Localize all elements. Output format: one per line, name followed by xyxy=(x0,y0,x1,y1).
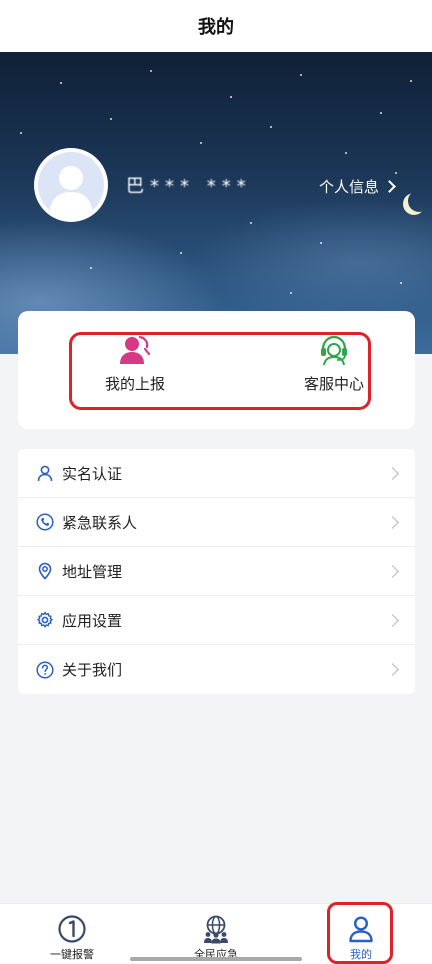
tab-one-key-alarm[interactable]: 一键报警 xyxy=(27,914,117,962)
chevron-right-icon xyxy=(386,663,399,676)
personal-info-label: 个人信息 xyxy=(318,178,379,196)
person-report-icon xyxy=(120,335,151,364)
menu-item-app-settings[interactable]: 应用设置 xyxy=(18,596,415,645)
nav-label: 一键报警 xyxy=(50,948,94,961)
nav-label: 我的 xyxy=(350,948,372,961)
tab-mine[interactable]: 我的 xyxy=(316,914,406,962)
phone-icon xyxy=(36,513,54,531)
menu-item-label: 实名认证 xyxy=(62,464,123,483)
menu-item-label: 地址管理 xyxy=(62,562,123,581)
chevron-right-icon xyxy=(386,515,399,529)
headset-service-icon xyxy=(321,335,347,366)
question-icon xyxy=(36,660,54,679)
my-reports-label: 我的上报 xyxy=(104,375,165,393)
alarm-icon xyxy=(58,915,86,943)
personal-info-link[interactable]: 个人信息 xyxy=(318,176,396,197)
person-icon xyxy=(349,916,373,943)
moon-icon xyxy=(408,190,430,212)
top-bar: 我的 xyxy=(0,0,432,52)
profile-header-background: 巴*** *** 个人信息 xyxy=(0,52,432,354)
page-title: 我的 xyxy=(198,17,234,38)
menu-item-emergency-contact[interactable]: 紧急联系人 xyxy=(18,498,415,547)
menu-item-label: 应用设置 xyxy=(62,611,123,630)
community-globe-icon xyxy=(204,915,228,944)
chevron-right-icon xyxy=(386,466,399,480)
menu-item-real-name-verification[interactable]: 实名认证 xyxy=(18,449,415,498)
menu-item-label: 关于我们 xyxy=(62,661,123,679)
menu-item-label: 紧急联系人 xyxy=(62,513,138,532)
settings-menu: 实名认证 紧急联系人 地址管理 应用设置 关于我们 xyxy=(18,449,415,694)
avatar[interactable] xyxy=(34,148,108,222)
customer-service-button[interactable]: 客服中心 xyxy=(274,333,394,394)
customer-service-label: 客服中心 xyxy=(303,375,364,393)
person-icon xyxy=(37,465,53,482)
location-pin-icon xyxy=(38,562,52,580)
chevron-right-icon xyxy=(383,180,396,193)
quick-actions-card: 我的上报 客服中心 xyxy=(18,311,415,429)
menu-item-address-management[interactable]: 地址管理 xyxy=(18,547,415,596)
default-avatar-icon xyxy=(49,166,93,218)
gear-icon xyxy=(37,611,53,628)
my-reports-button[interactable]: 我的上报 xyxy=(75,333,195,394)
tab-public-emergency[interactable]: 全民应急 xyxy=(171,914,261,962)
username: 巴*** *** xyxy=(126,176,252,197)
bottom-navigation: 一键报警 全民应急 我的 xyxy=(0,903,432,964)
chevron-right-icon xyxy=(386,564,399,578)
home-indicator xyxy=(130,957,302,961)
chevron-right-icon xyxy=(386,613,399,627)
menu-item-about-us[interactable]: 关于我们 xyxy=(18,645,415,694)
